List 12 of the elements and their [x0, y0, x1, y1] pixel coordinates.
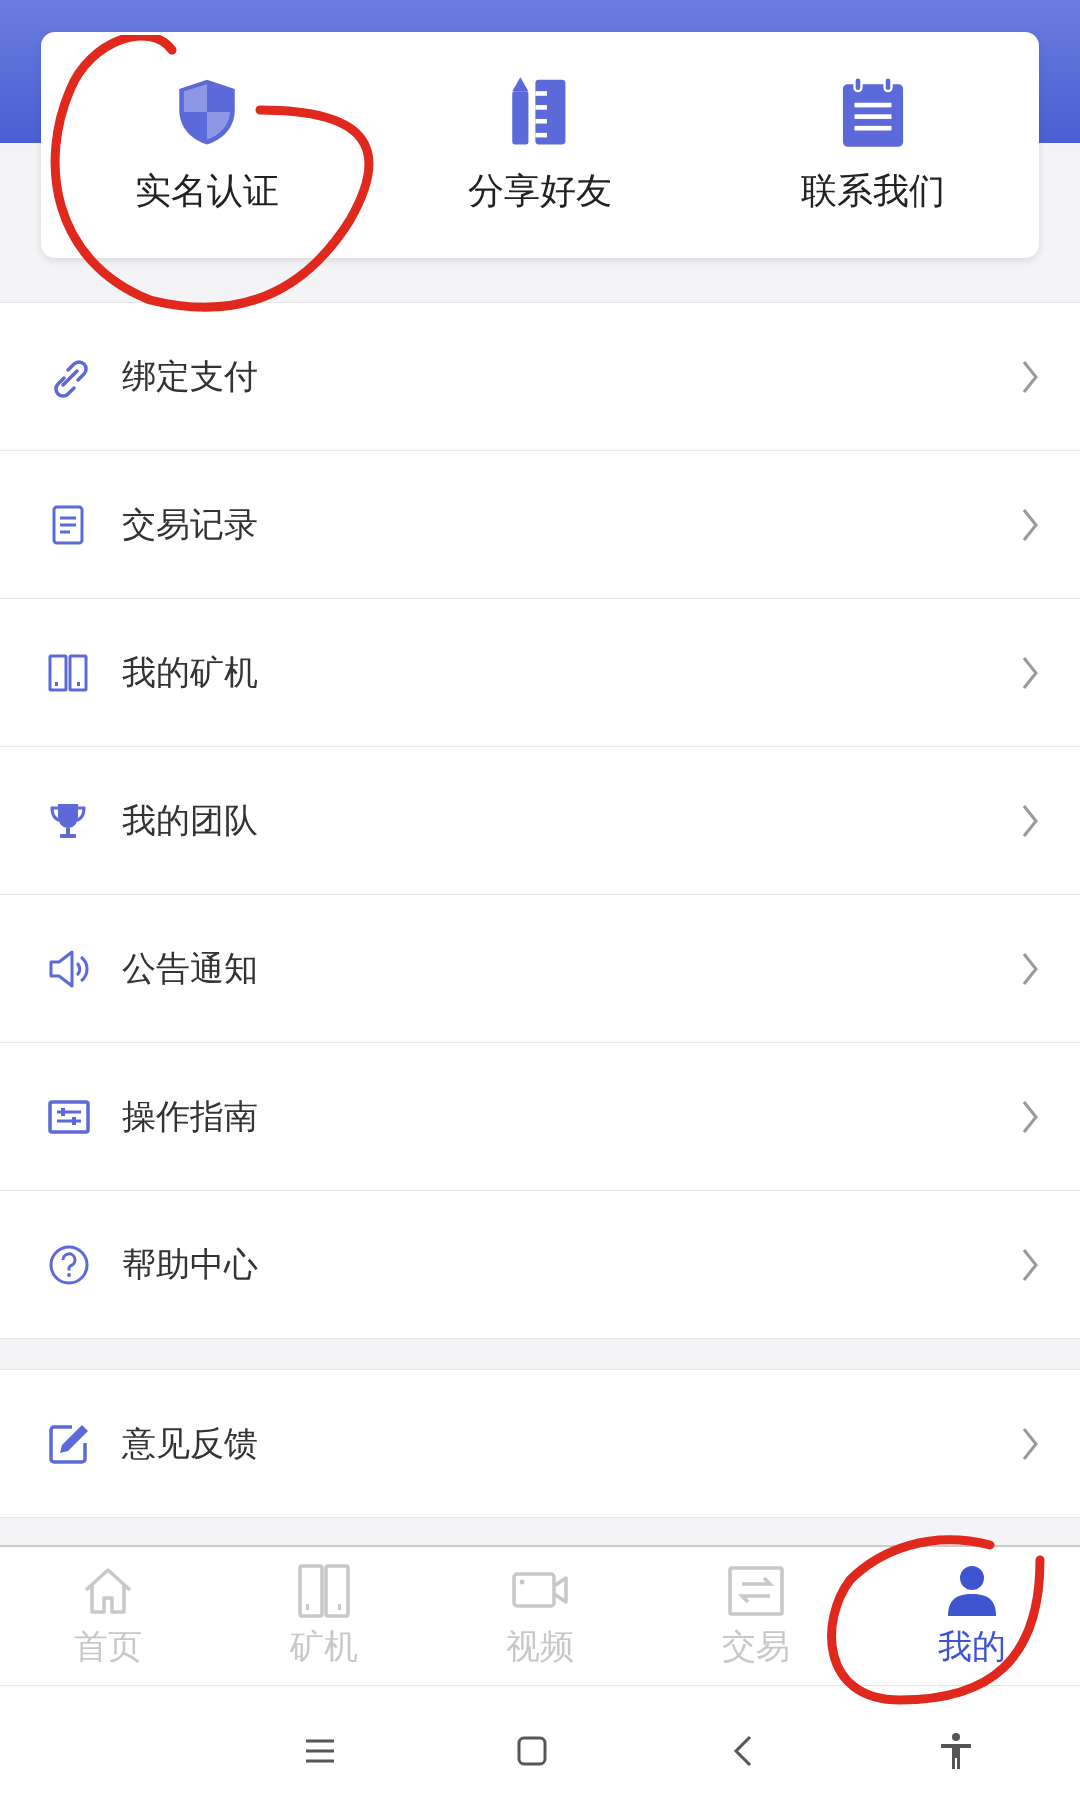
tab[interactable]: 我的 [864, 1547, 1080, 1685]
quick-action-button[interactable]: 联系我们 [706, 32, 1039, 258]
quick-action-button[interactable]: 分享好友 [373, 32, 707, 258]
quick-action-button[interactable]: 实名认证 [41, 32, 374, 258]
chevron-icon [1020, 1246, 1040, 1283]
chevron-icon [1020, 950, 1040, 987]
chevron-icon [1020, 654, 1040, 691]
chevron-icon [1020, 358, 1040, 395]
chevron-icon [1020, 802, 1040, 839]
chevron-icon [1020, 1098, 1040, 1135]
chevron-icon [1020, 1425, 1040, 1462]
chevron-icon [1020, 506, 1040, 543]
